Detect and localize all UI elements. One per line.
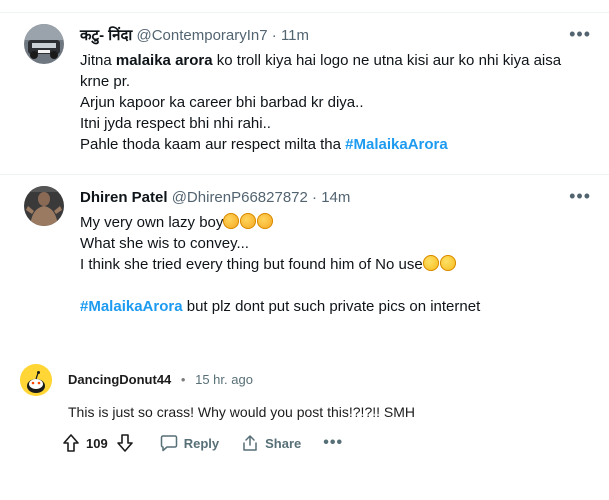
more-horizontal-icon[interactable]: ••• (569, 186, 591, 206)
tweet-time[interactable]: 14m (321, 189, 350, 206)
tweet-line-empty (80, 275, 577, 296)
hashtag-link[interactable]: #MalaikaArora (345, 136, 448, 153)
reddit-comment: DancingDonut44 • 15 hr. ago This is just… (0, 352, 609, 500)
display-name[interactable]: Dhiren Patel (80, 189, 168, 206)
tweet-line: #MalaikaArora but plz dont put such priv… (80, 298, 481, 315)
hashtag-link[interactable]: #MalaikaArora (80, 298, 183, 315)
separator-dot: · (271, 27, 277, 44)
arrow-up-icon[interactable] (62, 433, 80, 453)
tweet-line: Pahle thoda kaam aur respect milta tha #… (80, 136, 448, 153)
comment-header: DancingDonut44 • 15 hr. ago (68, 372, 253, 388)
share-label: Share (265, 435, 302, 451)
tweet-time[interactable]: 11m (281, 27, 309, 44)
separator-dot: · (312, 189, 318, 206)
comment-bubble-icon (160, 435, 177, 452)
comment-time[interactable]: 15 hr. ago (195, 372, 253, 387)
tweet-card[interactable]: Dhiren Patel @DhirenP66827872 · 14m ••• … (0, 174, 609, 324)
tweet-line: What she wis to convey... (80, 235, 249, 252)
more-horizontal-icon[interactable]: ••• (323, 434, 343, 452)
reply-label: Reply (183, 435, 220, 451)
thinking-face-emoji-icon (257, 213, 274, 229)
tweet-text: My very own lazy boy What she wis to con… (80, 212, 577, 317)
comment-actions: 109 Reply Share ••• (62, 432, 343, 454)
tweet-header: कटु- निंदा @ContemporaryIn7 · 11m (80, 26, 569, 46)
share-button[interactable]: Share (241, 434, 301, 452)
comment-username[interactable]: DancingDonut44 (68, 372, 171, 387)
more-horizontal-icon[interactable]: ••• (569, 24, 591, 44)
arrow-down-icon[interactable] (116, 433, 134, 453)
thinking-face-emoji-icon (223, 213, 240, 229)
tweet-line: krne pr. (80, 73, 131, 90)
reply-button[interactable]: Reply (160, 434, 219, 452)
display-name[interactable]: कटु- निंदा (80, 27, 132, 44)
tweet-card[interactable]: कटु- निंदा @ContemporaryIn7 · 11m ••• Ji… (0, 12, 609, 162)
rofl-emoji-icon (439, 255, 456, 271)
tweet-header: Dhiren Patel @DhirenP66827872 · 14m (80, 188, 569, 208)
tweet-line: My very own lazy boy (80, 212, 577, 233)
tweet-line: Jitna malaika arora ko troll kiya hai lo… (80, 52, 562, 69)
comment-text: This is just so crass! Why would you pos… (68, 404, 416, 420)
tweet-text: Jitna malaika arora ko troll kiya hai lo… (80, 50, 577, 155)
avatar[interactable] (24, 186, 64, 226)
tears-of-joy-emoji-icon (422, 255, 439, 271)
tweet-line: I think she tried every thing but found … (80, 254, 577, 275)
vote-controls: 109 (62, 433, 134, 453)
vote-count: 109 (86, 435, 108, 451)
thinking-face-emoji-icon (240, 213, 257, 229)
user-handle[interactable]: @DhirenP66827872 (172, 189, 308, 206)
reddit-avatar[interactable] (20, 364, 52, 396)
tweet-line: Itni jyda respect bhi nhi rahi.. (80, 115, 271, 132)
separator-dot: • (180, 372, 186, 387)
user-handle[interactable]: @ContemporaryIn7 (136, 27, 267, 44)
share-icon (243, 435, 257, 451)
tweet-line: Arjun kapoor ka career bhi barbad kr diy… (80, 94, 364, 111)
avatar[interactable] (24, 24, 64, 64)
